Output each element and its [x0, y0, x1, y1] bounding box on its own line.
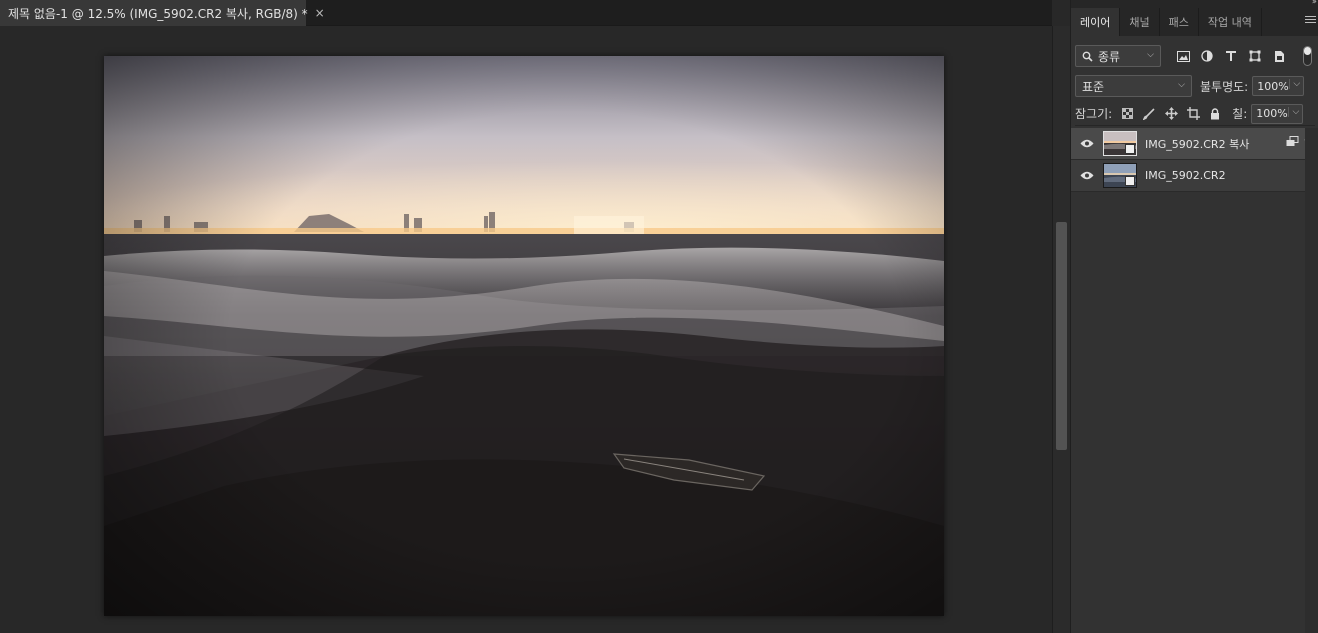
blend-mode-select[interactable]: 표준 ⌵ — [1075, 75, 1192, 97]
fill-field[interactable]: 100% ⌵ — [1251, 103, 1304, 124]
lock-label: 잠그기: — [1075, 107, 1113, 121]
layer-filter-row: 종류 ⌵ — [1075, 44, 1315, 68]
lock-position-icon[interactable] — [1160, 103, 1182, 125]
image-filter-icon[interactable] — [1171, 45, 1195, 67]
document-tab[interactable]: 제목 없음-1 @ 12.5% (IMG_5902.CR2 복사, RGB/8)… — [0, 0, 325, 26]
type-filter-icon[interactable] — [1219, 45, 1243, 67]
smart-object-badge-icon — [1125, 144, 1135, 154]
panel-menu-icon[interactable] — [1305, 16, 1316, 26]
opacity-field[interactable]: 100% ⌵ — [1252, 76, 1305, 96]
opacity-label: 불투명도: — [1200, 79, 1249, 94]
document-tab-bar: 제목 없음-1 @ 12.5% (IMG_5902.CR2 복사, RGB/8)… — [0, 0, 1052, 26]
tab-history[interactable]: 작업 내역 — [1199, 8, 1262, 36]
close-tab-icon[interactable]: × — [315, 6, 325, 20]
chevron-down-icon[interactable]: ⌵ — [1289, 79, 1300, 89]
document-tab-title: 제목 없음-1 @ 12.5% (IMG_5902.CR2 복사, RGB/8)… — [8, 6, 308, 21]
lock-transparent-pixels-icon[interactable] — [1116, 103, 1138, 125]
panel-header-strip: ›› — [1071, 0, 1318, 8]
photo-foggy-tidal-flat — [104, 56, 944, 616]
fill-label: 칠: — [1232, 107, 1248, 121]
vertical-scrollbar[interactable] — [1052, 26, 1070, 633]
lock-all-icon[interactable] — [1204, 103, 1226, 125]
fill-value: 100% — [1256, 107, 1288, 120]
filter-kind-select[interactable]: 종류 ⌵ — [1075, 45, 1161, 67]
layers-empty-area — [1071, 192, 1318, 633]
panel-tabs: 레이어 채널 패스 작업 내역 — [1071, 8, 1318, 36]
tab-paths[interactable]: 패스 — [1160, 8, 1199, 36]
opacity-value: 100% — [1257, 79, 1289, 93]
filter-kind-label: 종류 — [1098, 49, 1121, 64]
image-canvas[interactable] — [104, 56, 944, 616]
layer-row[interactable]: IMG_5902.CR2 복사 ⌵ — [1071, 128, 1318, 160]
chevron-down-icon: ⌵ — [1147, 50, 1154, 60]
shape-filter-icon[interactable] — [1243, 45, 1267, 67]
layer-row[interactable]: IMG_5902.CR2 — [1071, 160, 1318, 192]
tab-layers[interactable]: 레이어 — [1071, 8, 1121, 36]
lock-artboard-icon[interactable] — [1182, 103, 1204, 125]
chevron-down-icon[interactable]: ⌵ — [1288, 106, 1299, 117]
scrollbar-thumb[interactable] — [1056, 222, 1067, 450]
blend-mode-value: 표준 — [1082, 79, 1105, 94]
filter-toggle-switch[interactable] — [1303, 46, 1312, 66]
linked-smart-object-icon[interactable] — [1286, 136, 1299, 150]
lock-row: 잠그기: 칠: 100% ⌵ — [1075, 102, 1315, 126]
search-icon — [1082, 51, 1093, 62]
layers-list: IMG_5902.CR2 복사 ⌵ IMG_5902.CR2 — [1071, 128, 1318, 192]
expand-panels-icon[interactable]: ›› — [1312, 0, 1317, 7]
eye-visibility-icon[interactable] — [1071, 160, 1103, 192]
tab-channels[interactable]: 채널 — [1120, 8, 1160, 36]
layers-scrollbar[interactable] — [1305, 128, 1318, 633]
layer-name[interactable]: IMG_5902.CR2 — [1145, 169, 1226, 182]
eye-visibility-icon[interactable] — [1071, 128, 1103, 160]
layer-thumbnail[interactable] — [1103, 131, 1137, 156]
smart-object-filter-icon[interactable] — [1267, 45, 1291, 67]
layer-name[interactable]: IMG_5902.CR2 복사 — [1145, 136, 1249, 152]
layers-panel: ›› 레이어 채널 패스 작업 내역 종류 ⌵ 표준 ⌵ 불투명도: 100% … — [1070, 0, 1318, 633]
layer-thumbnail[interactable] — [1103, 163, 1137, 188]
blend-row: 표준 ⌵ 불투명도: 100% ⌵ — [1075, 74, 1315, 98]
chevron-down-icon: ⌵ — [1178, 80, 1185, 90]
adjustment-filter-icon[interactable] — [1195, 45, 1219, 67]
lock-image-pixels-icon[interactable] — [1138, 103, 1160, 125]
document-area: 제목 없음-1 @ 12.5% (IMG_5902.CR2 복사, RGB/8)… — [0, 0, 1052, 633]
smart-object-badge-icon — [1125, 176, 1135, 186]
